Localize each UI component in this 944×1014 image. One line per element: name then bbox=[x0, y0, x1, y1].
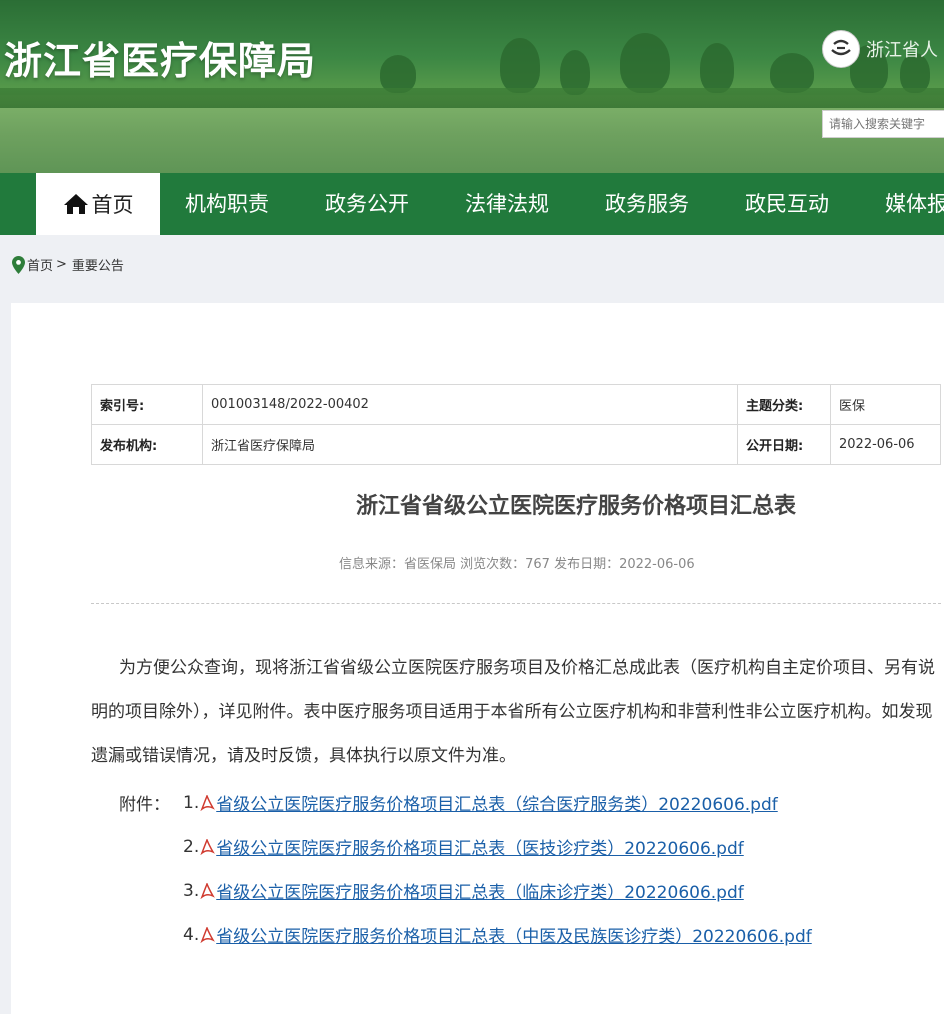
nav-item-government-affairs[interactable]: 政务公开 bbox=[325, 173, 409, 235]
date-value: 2022-06-06 bbox=[830, 424, 941, 465]
home-icon bbox=[63, 193, 89, 215]
breadcrumb: 首页 > 重要公告 bbox=[12, 255, 124, 274]
pdf-icon bbox=[200, 925, 216, 943]
article-source-line: 信息来源：省医保局 浏览次数：767 发布日期：2022-06-06 bbox=[339, 557, 695, 572]
pdf-icon bbox=[200, 881, 216, 899]
table-row: 索引号: 001003148/2022-00402 主题分类: 医保 bbox=[91, 384, 941, 425]
gov-logo-icon[interactable] bbox=[822, 30, 860, 68]
site-title[interactable]: 浙江省医疗保障局 bbox=[4, 30, 316, 85]
date-label: 公开日期: bbox=[737, 424, 831, 465]
attachment-link[interactable]: 省级公立医院医疗服务价格项目汇总表（中医及民族医诊疗类）20220606.pdf bbox=[216, 922, 812, 947]
banner-water bbox=[0, 108, 944, 173]
main-nav: 首页 机构职责 政务公开 法律法规 政务服务 政民互动 媒体报 bbox=[0, 173, 944, 235]
page-title: 浙江省省级公立医院医疗服务价格项目汇总表 bbox=[355, 494, 796, 519]
index-label: 索引号: bbox=[91, 384, 203, 425]
search-input[interactable] bbox=[822, 110, 944, 138]
attachments-label: 附件： bbox=[119, 795, 170, 815]
nav-item-media[interactable]: 媒体报 bbox=[885, 173, 944, 235]
pdf-icon bbox=[200, 837, 216, 855]
header-banner: 浙江省医疗保障局 浙江省人 bbox=[0, 0, 944, 173]
attachment-item: 1. 省级公立医院医疗服务价格项目汇总表（综合医疗服务类）20220606.pd… bbox=[183, 790, 778, 816]
document-meta-table: 索引号: 001003148/2022-00402 主题分类: 医保 发布机构:… bbox=[91, 384, 941, 465]
breadcrumb-current-link[interactable]: 重要公告 bbox=[72, 255, 124, 274]
topic-value: 医保 bbox=[830, 384, 941, 425]
attachment-link[interactable]: 省级公立医院医疗服务价格项目汇总表（临床诊疗类）20220606.pdf bbox=[216, 878, 744, 903]
attachment-number: 2. bbox=[183, 836, 200, 857]
banner-shore bbox=[0, 88, 944, 110]
nav-item-interaction[interactable]: 政民互动 bbox=[745, 173, 829, 235]
nav-item-laws[interactable]: 法律法规 bbox=[465, 173, 549, 235]
nav-item-responsibilities[interactable]: 机构职责 bbox=[185, 173, 269, 235]
attachment-link[interactable]: 省级公立医院医疗服务价格项目汇总表（综合医疗服务类）20220606.pdf bbox=[216, 790, 778, 815]
attachment-item: 2. 省级公立医院医疗服务价格项目汇总表（医技诊疗类）20220606.pdf bbox=[183, 834, 744, 860]
attachment-number: 4. bbox=[183, 924, 200, 945]
attachment-number: 3. bbox=[183, 880, 200, 901]
banner-tree bbox=[700, 43, 734, 93]
breadcrumb-home-link[interactable]: 首页 bbox=[27, 255, 53, 274]
article-body: 为方便公众查询，现将浙江省省级公立医院医疗服务项目及价格汇总成此表（医疗机构自主… bbox=[91, 658, 935, 766]
breadcrumb-separator: > bbox=[56, 257, 67, 272]
attachment-item: 4. 省级公立医院医疗服务价格项目汇总表（中医及民族医诊疗类）20220606.… bbox=[183, 922, 812, 948]
attachment-item: 3. 省级公立医院医疗服务价格项目汇总表（临床诊疗类）20220606.pdf bbox=[183, 878, 744, 904]
nav-item-home[interactable]: 首页 bbox=[36, 173, 160, 235]
gov-portal-link[interactable]: 浙江省人 bbox=[866, 36, 938, 62]
pdf-icon bbox=[200, 793, 216, 811]
attachment-number: 1. bbox=[183, 792, 200, 813]
publisher-value: 浙江省医疗保障局 bbox=[202, 424, 738, 465]
nav-item-label: 首页 bbox=[91, 193, 134, 217]
attachment-link[interactable]: 省级公立医院医疗服务价格项目汇总表（医技诊疗类）20220606.pdf bbox=[216, 834, 744, 859]
topic-label: 主题分类: bbox=[737, 384, 831, 425]
content-panel: 索引号: 001003148/2022-00402 主题分类: 医保 发布机构:… bbox=[11, 303, 944, 1014]
divider bbox=[91, 603, 941, 604]
index-value: 001003148/2022-00402 bbox=[202, 384, 738, 425]
banner-tree bbox=[500, 38, 540, 93]
nav-item-services[interactable]: 政务服务 bbox=[605, 173, 689, 235]
table-row: 发布机构: 浙江省医疗保障局 公开日期: 2022-06-06 bbox=[91, 424, 941, 465]
publisher-label: 发布机构: bbox=[91, 424, 203, 465]
location-pin-icon bbox=[12, 255, 25, 274]
banner-tree bbox=[620, 33, 670, 93]
banner-tree bbox=[770, 53, 814, 93]
